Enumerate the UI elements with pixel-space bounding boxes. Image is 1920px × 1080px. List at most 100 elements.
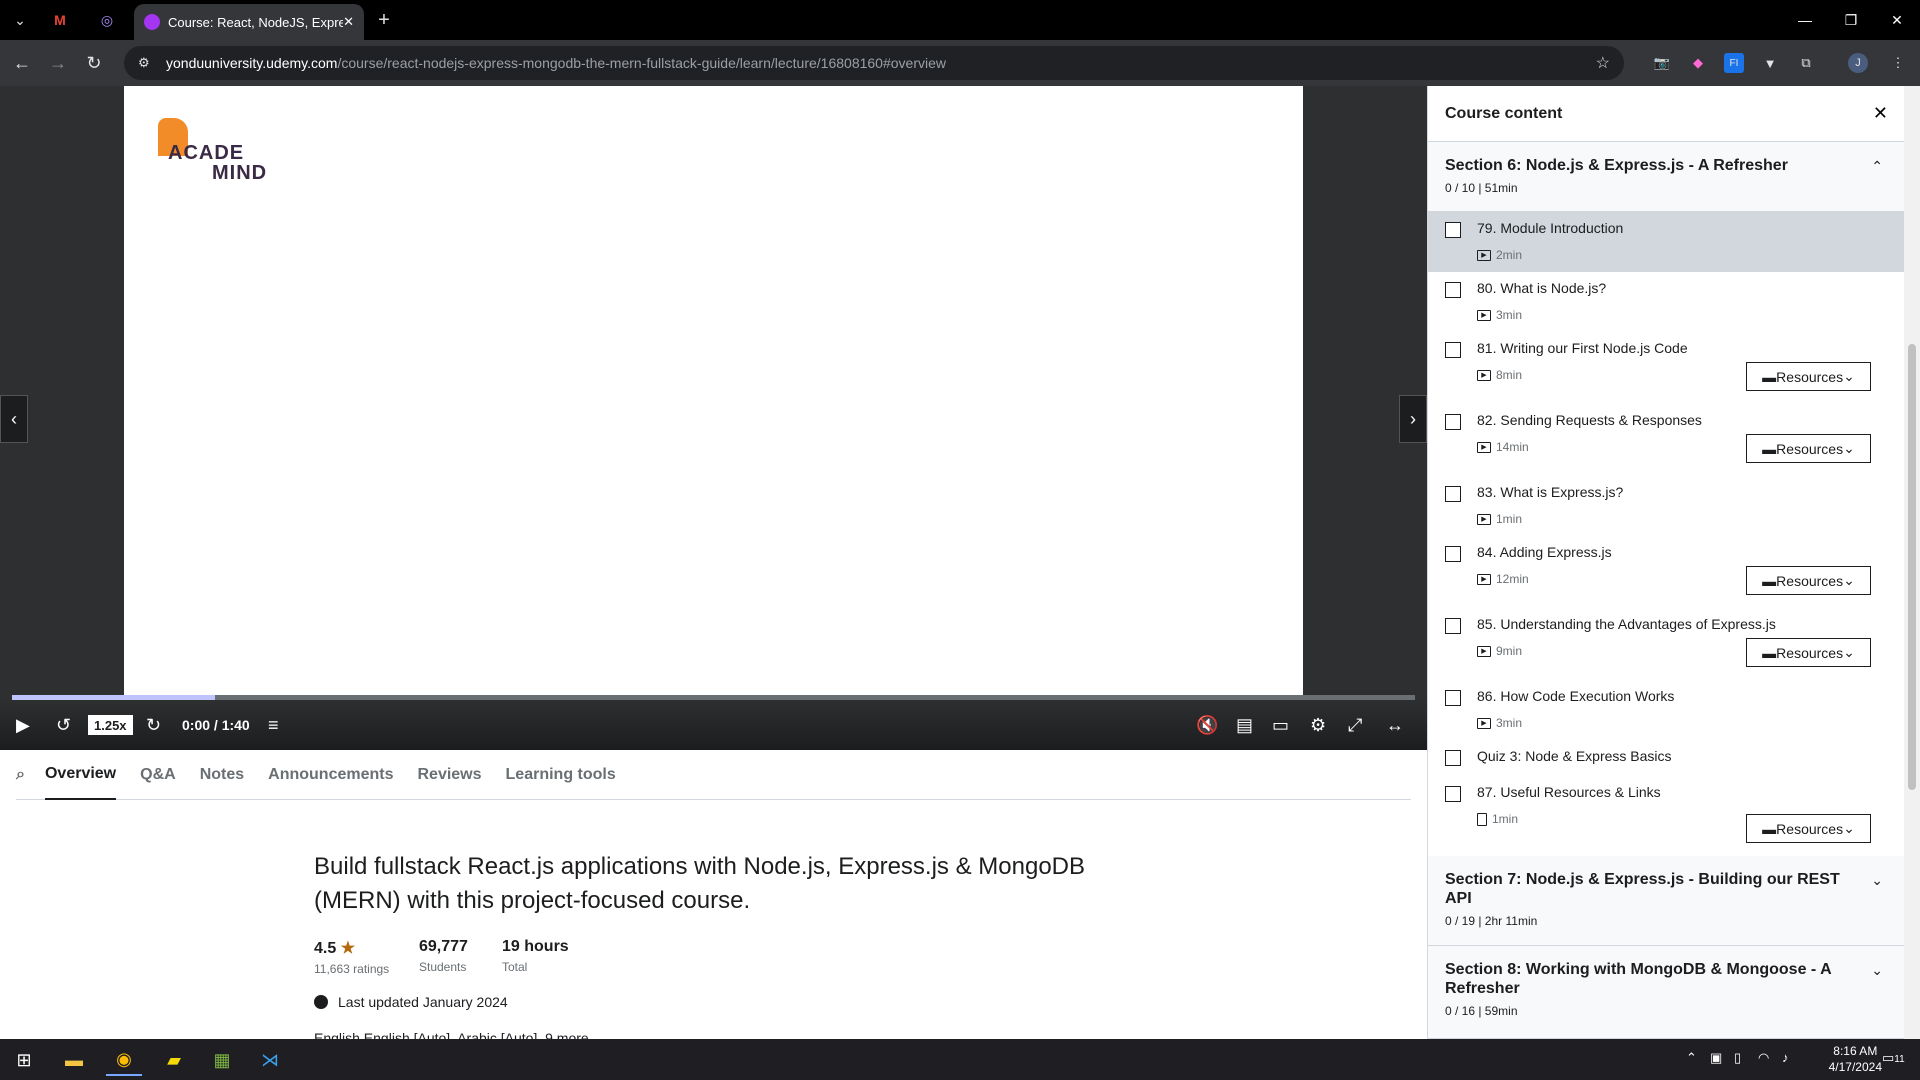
- windows-start-icon[interactable]: ⊞: [6, 1044, 42, 1076]
- lecture-checkbox[interactable]: [1445, 786, 1461, 802]
- video-frame[interactable]: ACADE MIND: [124, 86, 1303, 696]
- resources-button[interactable]: ▬ Resources ⌄: [1746, 362, 1871, 391]
- reload-icon[interactable]: ↻: [82, 51, 106, 75]
- lecture-checkbox[interactable]: [1445, 414, 1461, 430]
- chevron-down-icon[interactable]: ⌄: [1871, 872, 1883, 889]
- chevron-down-icon[interactable]: ⌄: [1871, 962, 1883, 979]
- lecture-checkbox[interactable]: [1445, 486, 1461, 502]
- play-icon[interactable]: ▶: [16, 712, 30, 738]
- next-lecture-arrow-icon[interactable]: ›: [1399, 395, 1427, 443]
- lecture-item[interactable]: 84. Adding Express.js ▶ 12min ▬ Resources ⌄: [1428, 536, 1905, 608]
- app-icon[interactable]: ▦: [204, 1044, 240, 1076]
- section-7-header[interactable]: Section 7: Node.js & Express.js - Buildi…: [1428, 856, 1905, 946]
- resources-button[interactable]: ▬ Resources ⌄: [1746, 638, 1871, 667]
- lecture-checkbox[interactable]: [1445, 222, 1461, 238]
- close-window-icon[interactable]: ✕: [1874, 0, 1920, 40]
- close-tab-icon[interactable]: ✕: [343, 14, 354, 30]
- tab-overview[interactable]: Overview: [44, 750, 117, 800]
- lecture-checkbox[interactable]: [1445, 690, 1461, 706]
- tab-search-chevron-icon[interactable]: ⌄: [8, 8, 32, 32]
- lecture-item[interactable]: 86. How Code Execution Works ▶ 3min: [1428, 680, 1905, 740]
- pinned-tab-icon[interactable]: ◎: [95, 8, 119, 32]
- lecture-checkbox[interactable]: [1445, 282, 1461, 298]
- restore-icon[interactable]: ❐: [1828, 0, 1874, 40]
- lecture-item[interactable]: 85. Understanding the Advantages of Expr…: [1428, 608, 1905, 680]
- captions-icon[interactable]: ▭: [1272, 712, 1289, 738]
- tab-announcements[interactable]: Announcements: [268, 750, 393, 800]
- add-note-icon[interactable]: ≡: [268, 712, 279, 738]
- lecture-item[interactable]: 82. Sending Requests & Responses ▶ 14min ▬ …: [1428, 404, 1905, 476]
- lecture-item[interactable]: 81. Writing our First Node.js Code ▶ 8min ▬…: [1428, 332, 1905, 404]
- sticky-notes-icon[interactable]: ▰: [156, 1044, 192, 1076]
- notification-center-icon[interactable]: ▭11: [1882, 1050, 1905, 1066]
- v-extension-icon[interactable]: ▼: [1760, 53, 1780, 73]
- wifi-icon[interactable]: ◠: [1758, 1050, 1769, 1066]
- close-sidebar-icon[interactable]: ✕: [1873, 103, 1888, 124]
- resources-button[interactable]: ▬ Resources ⌄: [1746, 814, 1871, 843]
- resources-button[interactable]: ▬ Resources ⌄: [1746, 566, 1871, 595]
- lecture-duration: ▶ 14min: [1477, 440, 1529, 454]
- lecture-item[interactable]: 79. Module Introduction ▶ 2min: [1428, 212, 1905, 272]
- section-6-header[interactable]: Section 6: Node.js & Express.js - A Refr…: [1428, 142, 1905, 212]
- playback-speed-button[interactable]: 1.25x: [88, 715, 133, 735]
- color-extension-icon[interactable]: ◆: [1688, 53, 1708, 73]
- bookmark-star-icon[interactable]: ☆: [1596, 53, 1610, 73]
- lecture-item[interactable]: Quiz 3: Node & Express Basics: [1428, 740, 1905, 776]
- profile-avatar[interactable]: J: [1848, 53, 1868, 73]
- chrome-icon[interactable]: ◉: [106, 1044, 142, 1076]
- minimize-icon[interactable]: —: [1782, 0, 1828, 40]
- tab-reviews[interactable]: Reviews: [417, 750, 481, 800]
- tab-notes[interactable]: Notes: [200, 750, 244, 800]
- tray-app-icon[interactable]: ▣: [1710, 1050, 1722, 1066]
- mute-icon[interactable]: 🔇: [1196, 712, 1218, 738]
- fullscreen-icon[interactable]: ⤢: [1348, 712, 1362, 738]
- file-explorer-icon[interactable]: ▬: [56, 1044, 92, 1076]
- battery-icon[interactable]: ▯: [1734, 1050, 1741, 1066]
- tray-chevron-icon[interactable]: ⌃: [1686, 1050, 1697, 1066]
- forward-icon[interactable]: →: [46, 51, 70, 75]
- transcript-icon[interactable]: ▤: [1236, 712, 1253, 738]
- system-clock[interactable]: 8:16 AM 4/17/2024: [1829, 1043, 1882, 1075]
- update-icon: [314, 995, 328, 1009]
- expand-width-icon[interactable]: ↔: [1386, 712, 1404, 738]
- chevron-up-icon[interactable]: ⌃: [1871, 158, 1883, 175]
- camera-extension-icon[interactable]: 📷: [1652, 53, 1672, 73]
- lecture-duration-text: 1min: [1492, 812, 1519, 826]
- new-tab-icon[interactable]: +: [372, 8, 396, 32]
- settings-gear-icon[interactable]: ⚙: [1310, 712, 1326, 738]
- scrollbar-thumb[interactable]: [1908, 344, 1916, 790]
- gmail-tab-icon[interactable]: M: [48, 8, 72, 32]
- lecture-item[interactable]: 87. Useful Resources & Links 1min ▬ Resour…: [1428, 776, 1905, 856]
- fi-extension-icon[interactable]: FI: [1724, 53, 1744, 73]
- lecture-checkbox[interactable]: [1445, 618, 1461, 634]
- tab-qa[interactable]: Q&A: [140, 750, 176, 800]
- lecture-item[interactable]: 80. What is Node.js? ▶ 3min: [1428, 272, 1905, 332]
- search-icon[interactable]: ⌕: [16, 750, 25, 800]
- ratings-count: 11,663 ratings: [314, 962, 390, 976]
- active-tab[interactable]: Course: React, NodeJS, Express ✕: [134, 4, 364, 40]
- sidebar-scrollbar[interactable]: [1904, 86, 1920, 1039]
- lecture-checkbox[interactable]: [1445, 750, 1461, 766]
- lecture-checkbox[interactable]: [1445, 342, 1461, 358]
- lecture-tabs: ⌕ Overview Q&A Notes Announcements Revie…: [16, 750, 1411, 800]
- forward-icon[interactable]: ↻: [146, 712, 161, 738]
- resources-button[interactable]: ▬ Resources ⌄: [1746, 434, 1871, 463]
- extensions-puzzle-icon[interactable]: ⧉: [1796, 53, 1816, 73]
- browser-menu-icon[interactable]: ⋮: [1888, 53, 1908, 73]
- site-info-icon[interactable]: ⚙: [138, 55, 150, 71]
- lecture-title: Quiz 3: Node & Express Basics: [1477, 748, 1672, 764]
- rewind-icon[interactable]: ↺: [56, 712, 71, 738]
- url-field[interactable]: ⚙ yonduuniversity.udemy.com/course/react…: [124, 46, 1624, 80]
- previous-lecture-arrow-icon[interactable]: ‹: [0, 395, 28, 443]
- volume-icon[interactable]: ♪: [1782, 1050, 1789, 1065]
- students-stat: 69,777 Students: [419, 938, 468, 974]
- back-icon[interactable]: ←: [10, 51, 34, 75]
- tab-learning-tools[interactable]: Learning tools: [506, 750, 616, 800]
- sidebar-title: Course content: [1445, 104, 1563, 122]
- lecture-checkbox[interactable]: [1445, 546, 1461, 562]
- section-8-header[interactable]: Section 8: Working with MongoDB & Mongoo…: [1428, 946, 1905, 1039]
- lecture-item[interactable]: 83. What is Express.js? ▶ 1min: [1428, 476, 1905, 536]
- students-count: 69,777: [419, 938, 468, 955]
- windows-taskbar: ⊞ ▬ ◉ ▰ ▦ ⋊ ⌃ ▣ ▯ ◠ ♪ 8:16 AM 4/17/2024 …: [0, 1039, 1920, 1080]
- vscode-icon[interactable]: ⋊: [252, 1044, 288, 1076]
